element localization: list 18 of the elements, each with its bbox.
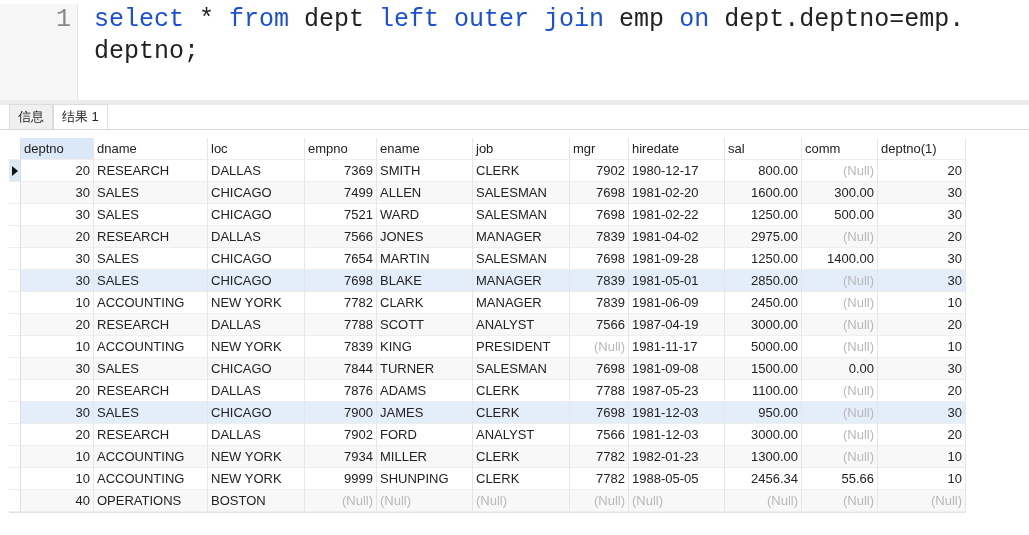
sql-query: select * from dept left outer join emp on dept.deptno=emp.deptno; <box>94 4 966 68</box>
result-tab[interactable]: 结果 1 <box>53 104 108 129</box>
table-cell: (Null) <box>473 490 570 512</box>
table-cell: (Null) <box>725 490 802 512</box>
table-cell: (Null) <box>377 490 473 512</box>
table-cell: (Null) <box>570 490 629 512</box>
table-cell: (Null) <box>878 490 966 512</box>
result-tab[interactable]: 信息 <box>9 104 53 129</box>
table-cell: (Null) <box>802 490 878 512</box>
table-cell: (Null) <box>305 490 377 512</box>
table-cell: (Null) <box>629 490 725 512</box>
table-cell: 40 <box>21 490 94 512</box>
table-cell: OPERATIONS <box>94 490 208 512</box>
row-selector[interactable] <box>9 160 21 182</box>
table-cell: BOSTON <box>208 490 305 512</box>
line-number: 1 <box>0 4 78 100</box>
current-row-icon <box>11 165 18 176</box>
column-header[interactable]: deptno <box>21 138 94 160</box>
